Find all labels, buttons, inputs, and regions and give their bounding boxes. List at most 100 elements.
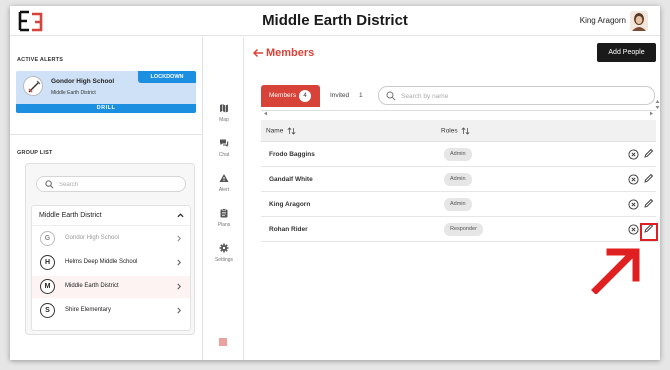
nav-item-chat[interactable]: Chat [204, 138, 244, 168]
group-search-input[interactable] [59, 179, 181, 190]
school-name: Shire Elementary [65, 307, 112, 313]
alert-school: Gondor High School [51, 78, 115, 85]
scroll-left-icon[interactable] [263, 111, 268, 116]
chevron-right-icon [177, 259, 181, 266]
role-badge: Admin [444, 198, 472, 211]
nav-item-alert[interactable]: Alert [204, 173, 244, 203]
search-icon [45, 180, 54, 189]
active-alerts-label: ACTIVE ALERTS [17, 57, 64, 63]
column-roles-label: Roles [441, 127, 458, 135]
role-badge: Admin [444, 148, 472, 161]
table-row[interactable]: Rohan Rider Responder [261, 217, 656, 242]
edit-pencil-icon[interactable] [643, 148, 654, 159]
group-list-label: GROUP LIST [17, 150, 53, 156]
column-name[interactable]: Name [266, 127, 296, 135]
remove-icon[interactable] [628, 199, 639, 210]
members-count-badge: 4 [299, 90, 312, 102]
page-title: Members [266, 47, 315, 59]
table-row[interactable]: King Aragorn Admin [261, 192, 656, 217]
top-header: Middle Earth District King Aragorn [10, 6, 660, 36]
group-list: Middle Earth District G Gondor High Scho… [25, 163, 195, 335]
nav-label: Map [219, 117, 229, 123]
member-search[interactable] [378, 86, 655, 105]
sword-icon [23, 76, 43, 96]
school-name: Gondor High School [65, 235, 120, 241]
nav-label: Alert [218, 187, 230, 193]
member-name: Rohan Rider [269, 226, 308, 233]
invited-count: 1 [359, 92, 363, 99]
alert-type-bar: DRILL [16, 104, 196, 113]
gear-icon [219, 243, 229, 253]
role-badge: Responder [444, 223, 483, 236]
app-window: Middle Earth District King Aragorn ACTIV… [10, 6, 660, 360]
menu-icon[interactable] [218, 337, 228, 347]
group-search[interactable] [36, 176, 186, 192]
avatar[interactable] [630, 11, 648, 31]
nav-item-plans[interactable]: Plans [204, 208, 244, 238]
chat-icon [220, 139, 229, 147]
remove-icon[interactable] [628, 174, 639, 185]
school-item-gondor[interactable]: G Gondor High School [32, 228, 190, 250]
nav-label: Chat [218, 152, 230, 158]
school-item-helms-deep[interactable]: H Helms Deep Middle School [32, 252, 190, 274]
column-name-label: Name [266, 127, 284, 135]
main-content: Members Add People Members4 Invited 1 Na… [245, 37, 660, 360]
chevron-right-icon [177, 235, 181, 242]
table-header: Name Roles [261, 120, 656, 142]
member-name: King Aragorn [269, 201, 311, 208]
tab-members-label: Members [269, 92, 297, 99]
tab-invited[interactable]: Invited [330, 92, 349, 99]
member-name: Frodo Baggins [269, 151, 315, 158]
school-name: Helms Deep Middle School [65, 259, 138, 265]
page-title-app: Middle Earth District [262, 12, 408, 29]
edit-highlight-box [640, 223, 658, 241]
sort-icon[interactable] [287, 127, 296, 135]
table-row[interactable]: Frodo Baggins Admin [261, 142, 656, 167]
chevron-right-icon [177, 283, 181, 290]
school-letter: H [40, 255, 55, 270]
nav-rail: Map Chat Alert Plans Settings [204, 37, 244, 360]
member-search-input[interactable] [401, 90, 641, 102]
map-icon [220, 104, 228, 113]
scroll-right-icon[interactable] [649, 111, 654, 116]
nav-label: Settings [214, 257, 234, 263]
district-card: Middle Earth District G Gondor High Scho… [31, 205, 191, 331]
nav-item-settings[interactable]: Settings [204, 243, 244, 273]
horizontal-scrollbar[interactable] [261, 110, 656, 116]
district-title: Middle Earth District [39, 212, 102, 219]
divider [10, 134, 203, 135]
left-panel: ACTIVE ALERTS Gondor High School Middle … [10, 37, 203, 360]
edit-pencil-icon[interactable] [643, 173, 654, 184]
alert-district: Middle Earth District [51, 90, 96, 96]
school-letter: M [40, 279, 55, 294]
search-icon [386, 91, 396, 101]
back-arrow-icon[interactable] [252, 48, 264, 58]
nav-label: Plans [217, 222, 231, 228]
plans-icon [220, 208, 228, 218]
edit-pencil-icon[interactable] [643, 198, 654, 209]
chevron-up-icon[interactable] [177, 212, 184, 219]
chevron-right-icon [177, 307, 181, 314]
tab-members[interactable]: Members 4 [261, 85, 320, 107]
status-badge: LOCKDOWN [138, 71, 196, 83]
nav-item-map[interactable]: Map [204, 103, 244, 133]
school-name: Middle Earth District [65, 283, 119, 289]
school-item-shire[interactable]: S Shire Elementary [32, 300, 190, 322]
school-item-middle-earth[interactable]: M Middle Earth District [32, 276, 190, 298]
remove-icon[interactable] [628, 149, 639, 160]
role-badge: Admin [444, 173, 472, 186]
school-letter: G [40, 231, 55, 246]
table-row[interactable]: Gandalf White Admin [261, 167, 656, 192]
school-letter: S [40, 303, 55, 318]
alert-card[interactable]: Gondor High School Middle Earth District… [16, 71, 196, 113]
callout-arrow-icon [591, 248, 640, 294]
alert-icon [219, 174, 229, 182]
add-people-button[interactable]: Add People [597, 43, 656, 62]
district-header[interactable]: Middle Earth District [32, 206, 190, 226]
member-name: Gandalf White [269, 176, 313, 183]
sort-icon[interactable] [461, 127, 470, 135]
scroll-up-icon[interactable] [655, 99, 660, 104]
user-name[interactable]: King Aragorn [580, 16, 626, 25]
remove-icon[interactable] [628, 224, 639, 235]
column-roles[interactable]: Roles [441, 127, 470, 135]
